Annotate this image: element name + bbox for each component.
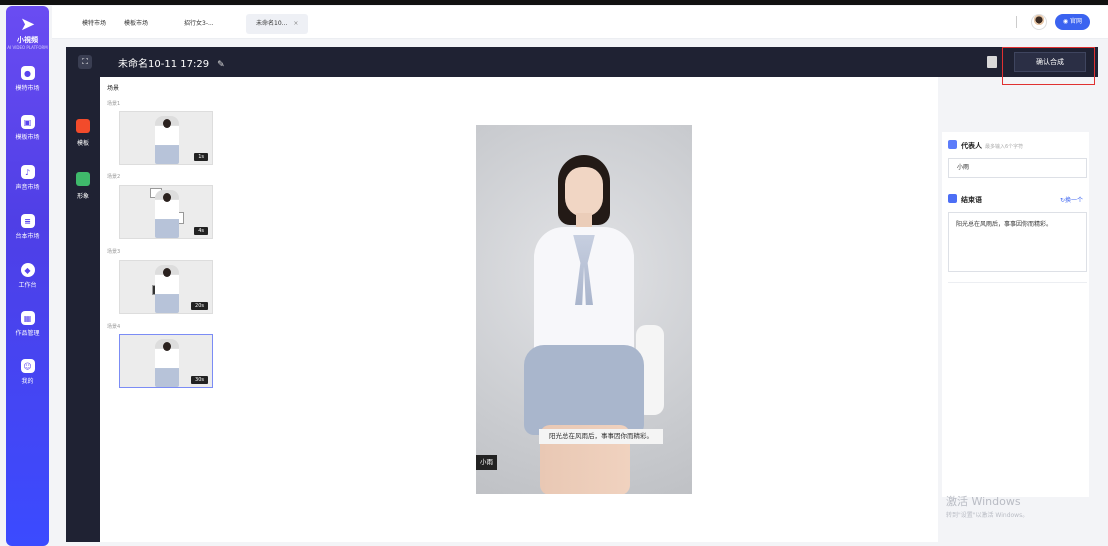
watermark-line1: 激活 Windows	[946, 495, 1021, 508]
scenes-panel: 场景 场景1 1s 场景2 4s 场景3 20s 场景4 30s	[100, 77, 224, 542]
scene-duration: 30s	[191, 376, 208, 384]
scene-label: 场景1	[107, 101, 121, 107]
watermark-line2: 转到"设置"以激活 Windows。	[946, 512, 1029, 519]
tool-label: 模板	[76, 140, 89, 147]
subtitle-caption[interactable]: 阳光总在风雨后，事事因你而精彩。	[539, 429, 663, 444]
sidebar-item-template-market[interactable]: ▣ 模板市场	[6, 115, 49, 141]
closing-icon	[948, 194, 957, 203]
windows-activation-watermark: 激活 Windows 转到"设置"以激活 Windows。	[946, 493, 1028, 519]
brand-logo[interactable]: ➤ 小視頻 AI VIDEO PLATFORM	[6, 14, 49, 51]
tab-project-female3[interactable]: 招行女3-...	[174, 14, 224, 34]
section-title-text: 结束语	[961, 196, 982, 204]
closing-text-area[interactable]: 阳光总在风雨后，事事因你而精彩。	[948, 212, 1087, 272]
presenter-figure	[155, 190, 179, 238]
scene-duration: 20s	[191, 302, 208, 310]
presenter-face	[565, 167, 603, 217]
workbench-icon: ◆	[20, 263, 35, 277]
sidebar-item-profile[interactable]: ☺ 我的	[6, 359, 49, 385]
scene-thumbnail-3[interactable]: 20s	[119, 260, 213, 314]
script-icon: ≡	[20, 214, 35, 228]
sidebar-item-label: 声音市场	[15, 184, 40, 191]
sidebar-item-label: 工作台	[18, 282, 37, 289]
profile-icon: ☺	[20, 359, 35, 373]
logo-subtext: AI VIDEO PLATFORM	[7, 45, 48, 50]
close-icon[interactable]: ×	[293, 20, 298, 27]
presenter-skirt	[524, 345, 644, 435]
main-sidebar: ➤ 小視頻 AI VIDEO PLATFORM ● 模特市场 ▣ 模板市场 ♪ …	[6, 6, 49, 546]
scene-label: 场景3	[107, 249, 121, 255]
swap-closing-button[interactable]: ↻换一个	[1060, 195, 1083, 204]
avatar-icon: ●	[20, 66, 35, 80]
presenter-figure	[155, 339, 179, 387]
play-logo-icon: ➤	[19, 14, 36, 35]
scene-thumbnail-1[interactable]: 1s	[119, 111, 213, 165]
preview-stage: 阳光总在风雨后，事事因你而精彩。 小雨	[224, 77, 938, 542]
video-preview[interactable]: 阳光总在风雨后，事事因你而精彩。 小雨	[476, 125, 692, 494]
edit-pencil-icon[interactable]: ✎	[217, 60, 225, 70]
template-tool-icon	[76, 119, 90, 133]
sidebar-item-label: 模板市场	[15, 134, 40, 141]
highlight-annotation	[1002, 47, 1095, 85]
divider	[1015, 16, 1017, 28]
section-title-text: 代表人	[961, 142, 982, 150]
sidebar-item-label: 作品管理	[15, 330, 40, 337]
scene-thumbnail-2[interactable]: 4s	[119, 185, 213, 239]
official-site-label: 官网	[1069, 18, 1082, 25]
closing-section-title: 结束语	[948, 194, 982, 205]
presenter-hint: 最多输入6个字符	[985, 144, 1024, 150]
divider	[948, 282, 1087, 283]
swap-label: 换一个	[1064, 197, 1083, 204]
tab-model-market[interactable]: 模特市场	[72, 14, 116, 34]
properties-panel: 代表人 最多输入6个字符 小雨 结束语 ↻换一个 阳光总在风雨后，事事因你而精彩。	[942, 132, 1089, 497]
sidebar-item-voice-market[interactable]: ♪ 声音市场	[6, 165, 49, 191]
scene-duration: 1s	[194, 153, 208, 161]
video-editor: ⛶ 未命名10-11 17:29 ✎ 确认合成 模板 形象 场景 场景1 1s 场…	[66, 47, 1098, 542]
sidebar-item-label: 模特市场	[15, 85, 40, 92]
scene-label: 场景4	[107, 324, 121, 330]
presenter-name-input[interactable]: 小雨	[948, 158, 1087, 178]
sidebar-item-model-market[interactable]: ● 模特市场	[6, 66, 49, 92]
official-site-button[interactable]: ◉ 官网	[1054, 14, 1090, 30]
tab-bar: 模特市场 模板市场 招行女3-... 未命名10... × ◉ 官网	[52, 6, 1108, 39]
fullscreen-icon[interactable]: ⛶	[78, 55, 92, 69]
sidebar-item-works[interactable]: ▦ 作品管理	[6, 311, 49, 337]
scene-thumbnail-4[interactable]: 30s	[119, 334, 213, 388]
tool-label: 形象	[76, 193, 89, 200]
presenter-figure	[155, 265, 179, 313]
sidebar-item-label: 我的	[21, 378, 34, 385]
person-icon	[948, 140, 957, 149]
user-avatar[interactable]	[1030, 14, 1047, 30]
avatar-tool-icon	[76, 172, 90, 186]
tab-template-market[interactable]: 模板市场	[114, 14, 158, 34]
name-badge[interactable]: 小雨	[476, 455, 497, 470]
tool-template[interactable]: 模板	[66, 119, 100, 147]
voice-icon: ♪	[20, 165, 35, 179]
presenter-figure	[155, 116, 179, 164]
sidebar-item-script-market[interactable]: ≡ 台本市场	[6, 214, 49, 240]
scene-label: 场景2	[107, 174, 121, 180]
sidebar-item-workbench[interactable]: ◆ 工作台	[6, 263, 49, 289]
editor-header: ⛶ 未命名10-11 17:29 ✎ 确认合成	[66, 47, 1098, 77]
tab-untitled[interactable]: 未命名10... ×	[246, 14, 309, 34]
works-icon: ▦	[20, 311, 35, 325]
save-icon[interactable]	[987, 56, 997, 68]
top-border	[0, 0, 1108, 5]
sidebar-item-label: 台本市场	[15, 233, 40, 240]
project-title-text: 未命名10-11 17:29	[118, 59, 210, 70]
logo-text: 小視頻	[17, 36, 38, 44]
tab-label: 招行女3-...	[184, 20, 214, 27]
project-title: 未命名10-11 17:29 ✎	[118, 55, 225, 70]
tab-label: 模特市场	[82, 20, 107, 27]
template-icon: ▣	[20, 115, 35, 129]
tool-avatar[interactable]: 形象	[66, 172, 100, 200]
scene-duration: 4s	[194, 227, 208, 235]
scenes-title: 场景	[107, 85, 120, 92]
tab-label: 未命名10...	[256, 20, 288, 27]
tool-strip: 模板 形象	[66, 77, 100, 542]
globe-icon: ◉	[1062, 18, 1070, 25]
tab-label: 模板市场	[124, 20, 149, 27]
presenter-section-title: 代表人 最多输入6个字符	[948, 140, 1023, 151]
